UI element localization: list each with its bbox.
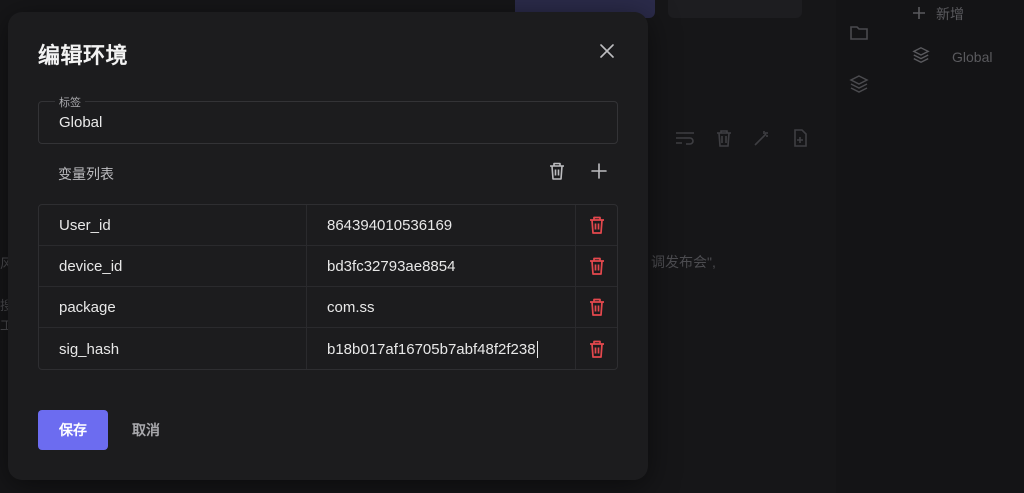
close-button[interactable] (596, 40, 618, 62)
variable-value-input[interactable]: com.ss (307, 287, 576, 327)
layers-icon (912, 46, 930, 67)
bg-text: 调发布会", (651, 254, 716, 270)
table-row: sig_hash b18b017af16705b7abf48f2f238 (39, 328, 617, 369)
plus-icon (591, 163, 607, 179)
trash-icon (550, 162, 564, 180)
variable-value-input[interactable]: bd3fc32793ae8854 (307, 246, 576, 286)
variable-value-input-focused[interactable]: b18b017af16705b7abf48f2f238 (307, 328, 576, 369)
dialog-title: 编辑环境 (38, 43, 129, 68)
delete-all-variables-button[interactable] (546, 160, 568, 182)
delete-variable-button[interactable] (576, 246, 617, 286)
table-row: package com.ss (39, 287, 617, 328)
table-row: device_id bd3fc32793ae8854 (39, 246, 617, 287)
wrap-icon (674, 128, 696, 153)
variable-key-input[interactable]: package (39, 287, 307, 327)
variable-key-input[interactable]: device_id (39, 246, 307, 286)
edit-environment-dialog: 编辑环境 标签 Global 变量列表 User_id 864394010536… (8, 12, 648, 480)
delete-variable-button[interactable] (576, 287, 617, 327)
bg-new-env-button: 新增 (912, 4, 964, 24)
bg-secondary-button (668, 0, 802, 18)
variable-key-input[interactable]: sig_hash (39, 328, 307, 369)
trash-icon (714, 128, 734, 153)
layers-icon (849, 74, 869, 99)
cancel-button[interactable]: 取消 (120, 410, 172, 450)
trash-icon (589, 257, 604, 275)
variable-value-input[interactable]: 864394010536169 (307, 205, 576, 245)
tag-field-label: 标签 (55, 94, 85, 110)
tag-field[interactable]: 标签 Global (38, 94, 618, 144)
trash-icon (589, 298, 604, 316)
file-add-icon (790, 128, 810, 153)
folder-icon (849, 24, 869, 47)
trash-icon (589, 340, 604, 358)
variable-value-text: b18b017af16705b7abf48f2f238 (327, 340, 536, 358)
bg-toolbar (632, 128, 810, 153)
tag-input[interactable]: Global (59, 114, 102, 131)
magic-wand-icon (752, 128, 772, 153)
bg-env-label: Global (952, 48, 993, 65)
bg-new-label: 新增 (936, 6, 964, 22)
variable-key-input[interactable]: User_id (39, 205, 307, 245)
plus-icon (912, 6, 926, 23)
table-row: User_id 864394010536169 (39, 205, 617, 246)
variables-title: 变量列表 (58, 166, 114, 182)
bg-env-item: Global (912, 46, 992, 67)
trash-icon (589, 216, 604, 234)
text-caret (536, 340, 538, 358)
delete-variable-button[interactable] (576, 328, 617, 369)
variables-table: User_id 864394010536169 device_id bd3fc3… (38, 204, 618, 370)
variables-header: 变量列表 (38, 160, 618, 186)
close-icon (600, 44, 614, 58)
delete-variable-button[interactable] (576, 205, 617, 245)
save-button[interactable]: 保存 (38, 410, 108, 450)
add-variable-button[interactable] (588, 160, 610, 182)
